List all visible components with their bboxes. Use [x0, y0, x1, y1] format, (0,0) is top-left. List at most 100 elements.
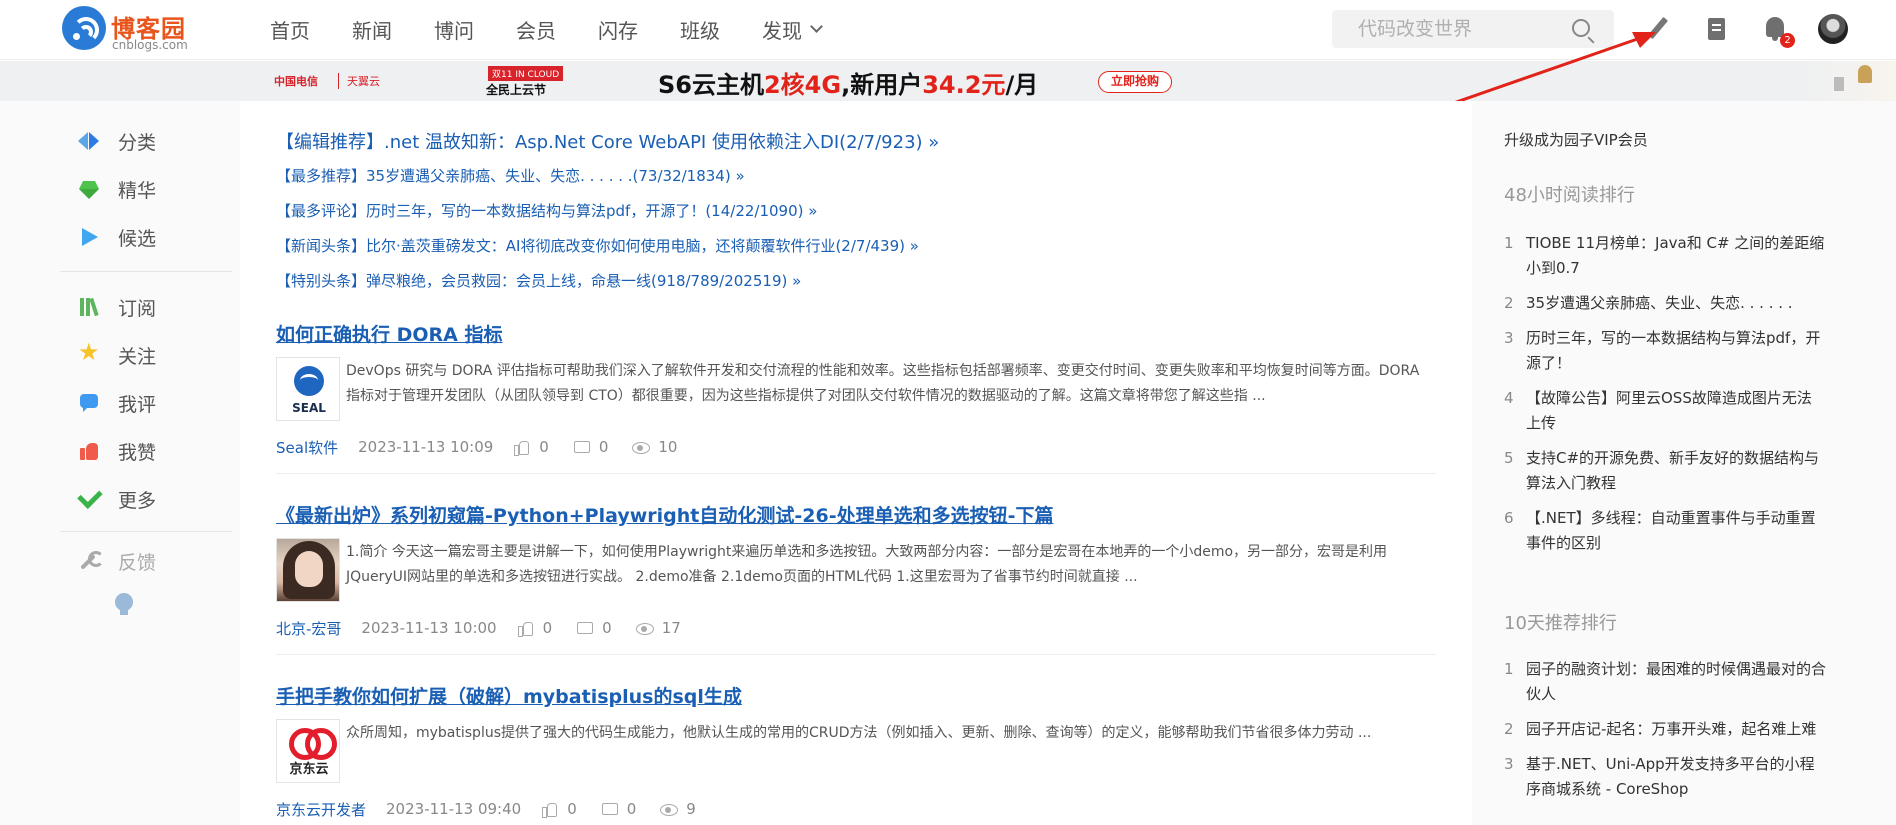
search-icon[interactable]: [1572, 19, 1590, 37]
sidebar-item-my-comments[interactable]: 我评: [78, 389, 156, 417]
rank-10d-list: 1 园子的融资计划：最困难的时候偶遇最对的合伙人 2 园子开店记-起名：万事开头难，…: [1504, 657, 1834, 812]
thumb-label: 京东云: [289, 762, 329, 777]
user-avatar[interactable]: [1818, 14, 1848, 44]
nav-questions[interactable]: 博问: [434, 15, 474, 44]
list-item[interactable]: 3 历时三年，写的一本数据结构与算法pdf，开源了！: [1504, 326, 1834, 376]
post-title[interactable]: 《最新出炉》系列初窥篇-Python+Playwright自动化测试-26-处理…: [276, 505, 1053, 527]
nav-discover[interactable]: 发现: [762, 15, 823, 44]
sidebar-item-my-likes[interactable]: 我赞: [78, 437, 156, 465]
post-author[interactable]: 京东云开发者: [276, 799, 366, 820]
post-title[interactable]: 如何正确执行 DORA 指标: [276, 324, 503, 346]
nav-flash[interactable]: 闪存: [598, 15, 638, 44]
sidebar-item-featured[interactable]: 精华: [78, 175, 156, 203]
view-count: 17: [661, 619, 681, 637]
sidebar-item-subscribe[interactable]: 订阅: [78, 293, 156, 321]
rank-48h-title: 48小时阅读排行: [1504, 185, 1635, 206]
rank-link[interactable]: TIOBE 11月榜单：Java和 C# 之间的差距缩小到0.7: [1526, 231, 1826, 281]
headline-news[interactable]: 【新闻头条】比尔·盖茨重磅发文：AI将彻底改变你如何使用电脑，还将颠覆软件行业(…: [276, 235, 919, 256]
comment-icon[interactable]: [573, 439, 590, 455]
comment-count: 0: [626, 800, 637, 818]
comment-icon[interactable]: [576, 620, 594, 636]
gem-icon: [78, 178, 100, 200]
list-item[interactable]: 2 35岁遭遇父亲肺癌、失业、失恋. . . . . .: [1504, 291, 1834, 316]
site-logo[interactable]: 博客园 cnblogs.com: [62, 6, 192, 52]
post-date: 2023-11-13 10:09: [358, 438, 494, 456]
ad-buy-button[interactable]: 立即抢购: [1098, 71, 1173, 93]
sidebar-item-category[interactable]: 分类: [78, 127, 156, 155]
post-summary: 众所周知，mybatisplus提供了强大的代码生成能力，他默认生成的常用的CR…: [346, 725, 1372, 741]
like-count: 0: [567, 800, 577, 818]
rank-link[interactable]: 历时三年，写的一本数据结构与算法pdf，开源了！: [1526, 326, 1826, 376]
view-count: 9: [686, 800, 696, 818]
headline-special[interactable]: 【特别头条】弹尽粮绝，会员救园：会员上线，命悬一线(918/789/202519…: [276, 270, 801, 291]
rank-number: 1: [1504, 234, 1514, 252]
post-meta: 北京-宏哥 2023-11-13 10:00 0 0 17: [276, 616, 1436, 640]
star-icon: [78, 340, 100, 366]
post-author[interactable]: 北京-宏哥: [276, 618, 341, 639]
category-icon: [78, 130, 100, 152]
like-icon[interactable]: [513, 439, 530, 456]
rank-number: 1: [1504, 660, 1514, 678]
like-icon[interactable]: [541, 801, 558, 818]
headline-most-commented[interactable]: 【最多评论】历时三年，写的一本数据结构与算法pdf，开源了！(14/22/109…: [276, 200, 817, 221]
sidebar-item-more[interactable]: 更多: [78, 485, 156, 513]
vip-upgrade-link[interactable]: 升级成为园子VIP会员: [1504, 129, 1648, 150]
books-icon: [78, 296, 100, 318]
sidebar-item-label: 我评: [118, 393, 157, 416]
rank-link[interactable]: 【.NET】多线程：自动重置事件与手动重置事件的区别: [1526, 506, 1826, 556]
post-title[interactable]: 手把手教你如何扩展（破解）mybatisplus的sql生成: [276, 686, 742, 708]
pencil-icon[interactable]: [1643, 14, 1673, 44]
eye-icon: [660, 801, 679, 817]
rank-link[interactable]: 基于.NET、Uni-App开发支持多平台的小程序商城系统 - CoreShop: [1526, 752, 1826, 802]
sidebar-divider: [60, 531, 232, 532]
ad-banner[interactable]: 中国电信 天翼云 双11 IN CLOUD 全民上云节 S6云主机2核4G,新用…: [0, 61, 1896, 101]
search-box: [1332, 10, 1614, 48]
post-body: 1.简介 今天这一篇宏哥主要是讲解一下，如何使用Playwright来遍历单选和…: [276, 538, 1436, 604]
right-sidebar: 升级成为园子VIP会员 48小时阅读排行 1 TIOBE 11月榜单：Java和 …: [1472, 101, 1896, 825]
sidebar-item-label: 关注: [118, 345, 157, 368]
list-item[interactable]: 6 【.NET】多线程：自动重置事件与手动重置事件的区别: [1504, 506, 1834, 556]
play-icon: [78, 226, 100, 248]
author-avatar[interactable]: SEAL: [276, 357, 340, 421]
search-input[interactable]: [1332, 10, 1562, 48]
sidebar-item-candidate[interactable]: 候选: [78, 223, 156, 251]
blog-backend-icon[interactable]: [1702, 14, 1732, 44]
nav-class[interactable]: 班级: [680, 15, 720, 44]
rank-number: 3: [1504, 755, 1514, 773]
ad-headline: S6云主机2核4G,新用户34.2元/月: [658, 71, 1039, 99]
sidebar-item-label: 反馈: [118, 551, 157, 574]
sidebar-item-label: 我赞: [118, 441, 157, 464]
list-item[interactable]: 1 园子的融资计划：最困难的时候偶遇最对的合伙人: [1504, 657, 1834, 707]
headline-editor-pick[interactable]: 【编辑推荐】.net 温故知新：Asp.Net Core WebAPI 使用依赖…: [276, 128, 939, 154]
post-author[interactable]: Seal软件: [276, 437, 338, 458]
list-item[interactable]: 4 【故障公告】阿里云OSS故障造成图片无法上传: [1504, 386, 1834, 436]
list-item[interactable]: 3 基于.NET、Uni-App开发支持多平台的小程序商城系统 - CoreSho…: [1504, 752, 1834, 802]
thumbs-up-icon: [78, 440, 100, 462]
list-item[interactable]: 2 园子开店记-起名：万事开头难，起名难上难: [1504, 717, 1834, 742]
nav-home[interactable]: 首页: [270, 15, 310, 44]
rank-link[interactable]: 【故障公告】阿里云OSS故障造成图片无法上传: [1526, 386, 1826, 436]
post-meta: 京东云开发者 2023-11-13 09:40 0 0 9: [276, 797, 1436, 821]
list-item[interactable]: 5 支持C#的开源免费、新手友好的数据结构与算法入门教程: [1504, 446, 1834, 496]
headline-most-recommended[interactable]: 【最多推荐】35岁遭遇父亲肺癌、失业、失恋. . . . . .(73/32/1…: [276, 165, 745, 186]
post-divider: [276, 654, 1436, 655]
nav-news[interactable]: 新闻: [352, 15, 392, 44]
rank-link[interactable]: 园子开店记-起名：万事开头难，起名难上难: [1526, 717, 1826, 742]
lightbulb-icon[interactable]: [115, 593, 133, 617]
author-avatar[interactable]: [276, 538, 340, 602]
rank-link[interactable]: 35岁遭遇父亲肺癌、失业、失恋. . . . . .: [1526, 291, 1826, 316]
rank-10d-title: 10天推荐排行: [1504, 613, 1617, 634]
nav-membership[interactable]: 会员: [516, 15, 556, 44]
sidebar-item-follow[interactable]: 关注: [78, 340, 157, 369]
rank-link[interactable]: 园子的融资计划：最困难的时候偶遇最对的合伙人: [1526, 657, 1826, 707]
rank-link[interactable]: 支持C#的开源免费、新手友好的数据结构与算法入门教程: [1526, 446, 1826, 496]
left-sidebar: 分类 精华 候选 订阅 关注 我评 我赞 更多 反馈: [0, 101, 240, 825]
comment-icon[interactable]: [601, 801, 618, 817]
ad-brand-telecom: 中国电信: [274, 75, 318, 88]
top-header: 博客园 cnblogs.com 首页 新闻 博问 会员 闪存 班级 发现 2: [0, 0, 1896, 60]
rank-number: 6: [1504, 509, 1514, 527]
author-avatar[interactable]: 京东云: [276, 719, 340, 783]
list-item[interactable]: 1 TIOBE 11月榜单：Java和 C# 之间的差距缩小到0.7: [1504, 231, 1834, 281]
sidebar-item-feedback[interactable]: 反馈: [78, 547, 156, 575]
like-icon[interactable]: [517, 620, 533, 637]
